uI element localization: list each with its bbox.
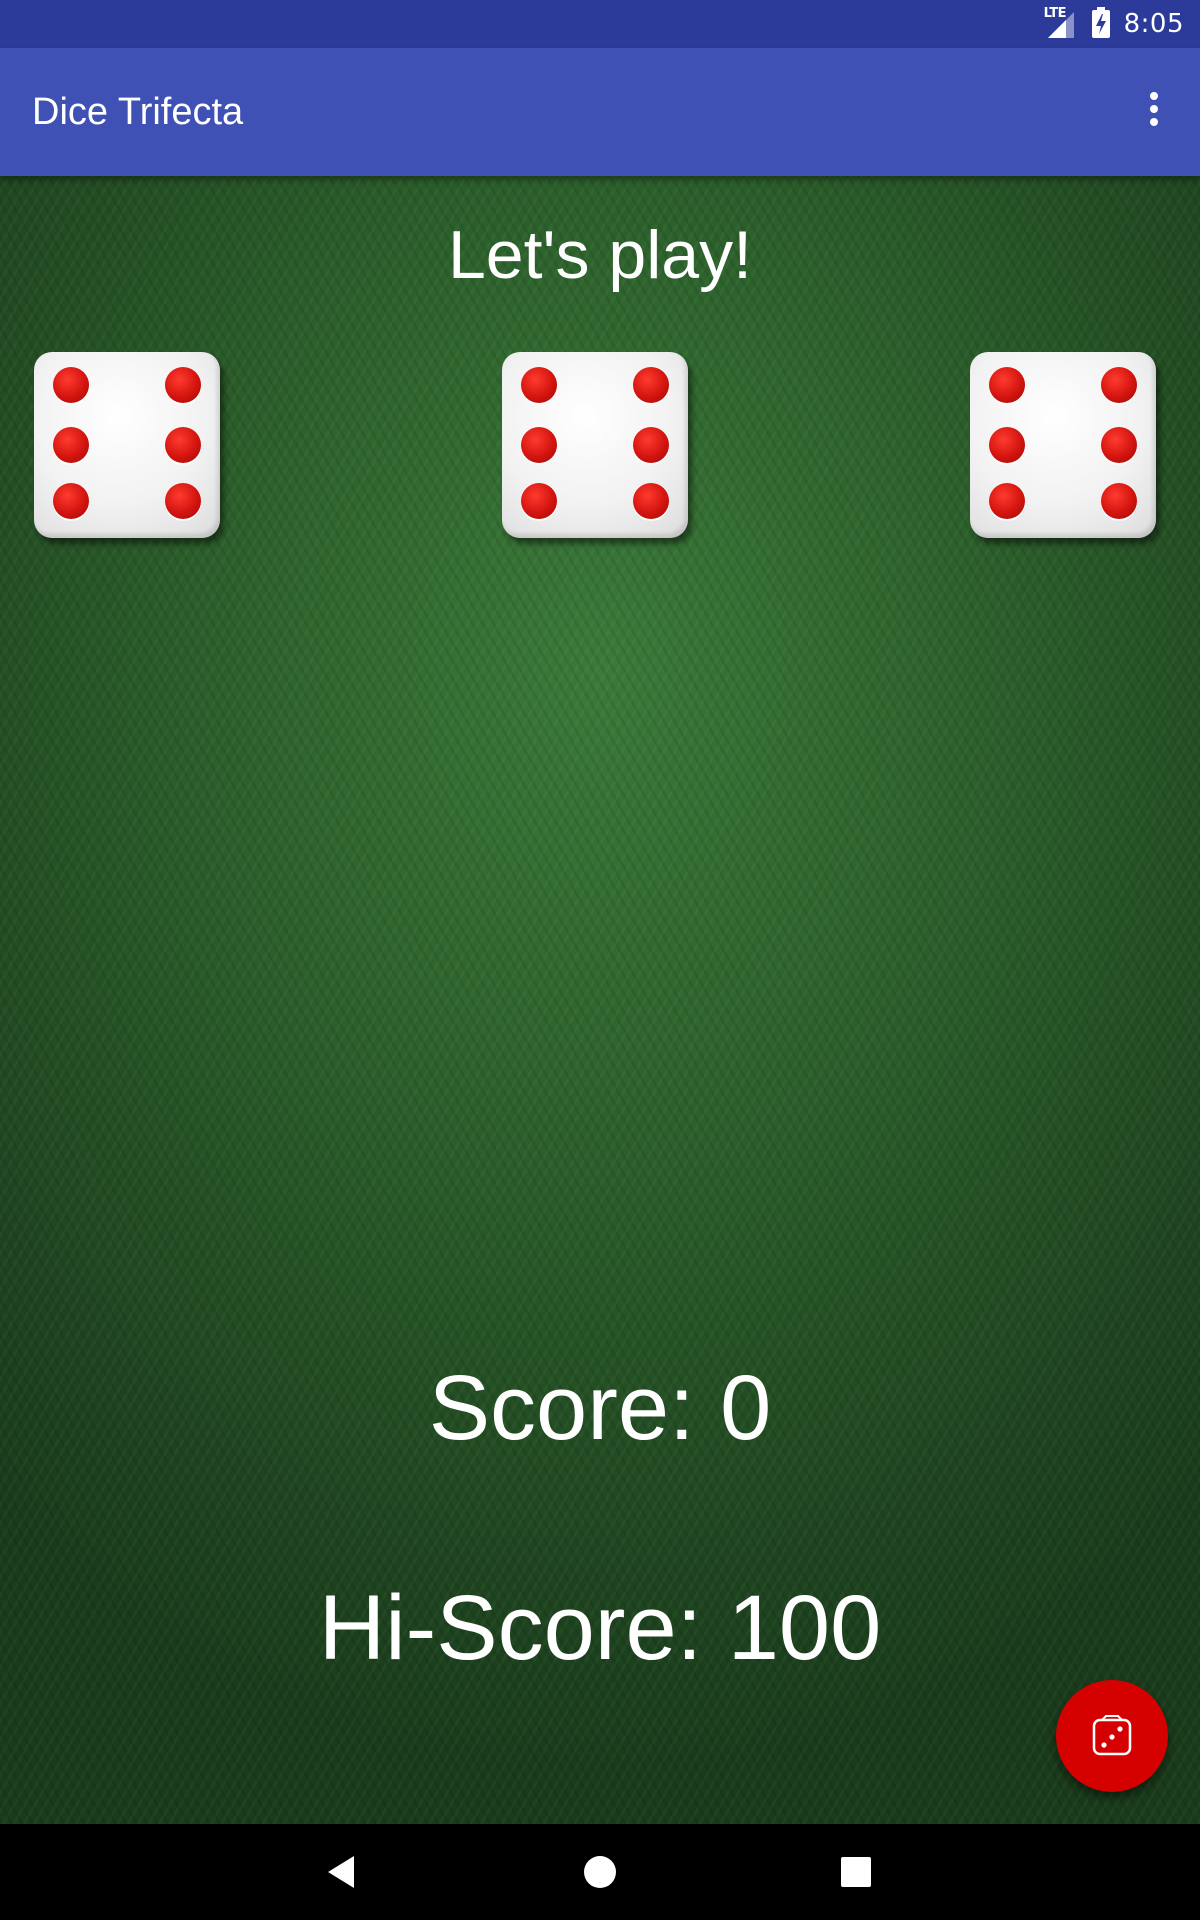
back-icon[interactable] <box>320 1848 368 1896</box>
app-bar: Dice Trifecta <box>0 48 1200 176</box>
dice-icon <box>1092 1715 1132 1756</box>
die-pip <box>989 427 1026 463</box>
lte-signal-icon: LTE <box>1044 6 1078 40</box>
die-pip <box>521 482 558 519</box>
game-prompt: Let's play! <box>447 217 753 293</box>
die-pip <box>1100 427 1137 463</box>
die-pip <box>632 367 669 404</box>
home-icon[interactable] <box>576 1848 624 1896</box>
more-vert-icon[interactable] <box>1144 92 1164 132</box>
die-pip <box>1100 482 1137 519</box>
die-pip <box>164 367 201 404</box>
die-pip <box>164 482 201 519</box>
die-pip <box>53 427 90 463</box>
die-1[interactable] <box>34 352 220 538</box>
die-pip <box>989 367 1026 404</box>
die-pip <box>164 427 201 463</box>
die-pip <box>1100 367 1137 404</box>
die-pip <box>521 367 558 404</box>
status-bar: LTE 8:05 <box>0 0 1200 48</box>
roll-dice-button[interactable] <box>1056 1680 1168 1792</box>
status-time: 8:05 <box>1123 9 1184 39</box>
die-pip <box>53 367 90 404</box>
navigation-bar <box>0 1824 1200 1920</box>
hiscore-label: Hi-Score: 100 <box>318 1577 882 1679</box>
die-pip <box>989 482 1026 519</box>
die-3[interactable] <box>970 352 1156 538</box>
app-title: Dice Trifecta <box>32 91 244 133</box>
battery-charging-icon <box>1091 7 1110 38</box>
die-pip <box>632 482 669 519</box>
die-2[interactable] <box>502 352 688 538</box>
status-icons: LTE 8:05 <box>1044 0 1184 48</box>
screen: LTE 8:05 Dice Trifecta Let's play! Score… <box>0 0 1200 1920</box>
game-table: Let's play! Score: 0 Hi-Score: 100 <box>0 176 1200 1824</box>
die-pip <box>632 427 669 463</box>
die-pip <box>521 427 558 463</box>
score-label: Score: 0 <box>428 1357 772 1459</box>
recents-icon[interactable] <box>832 1848 880 1896</box>
die-pip <box>53 482 90 519</box>
